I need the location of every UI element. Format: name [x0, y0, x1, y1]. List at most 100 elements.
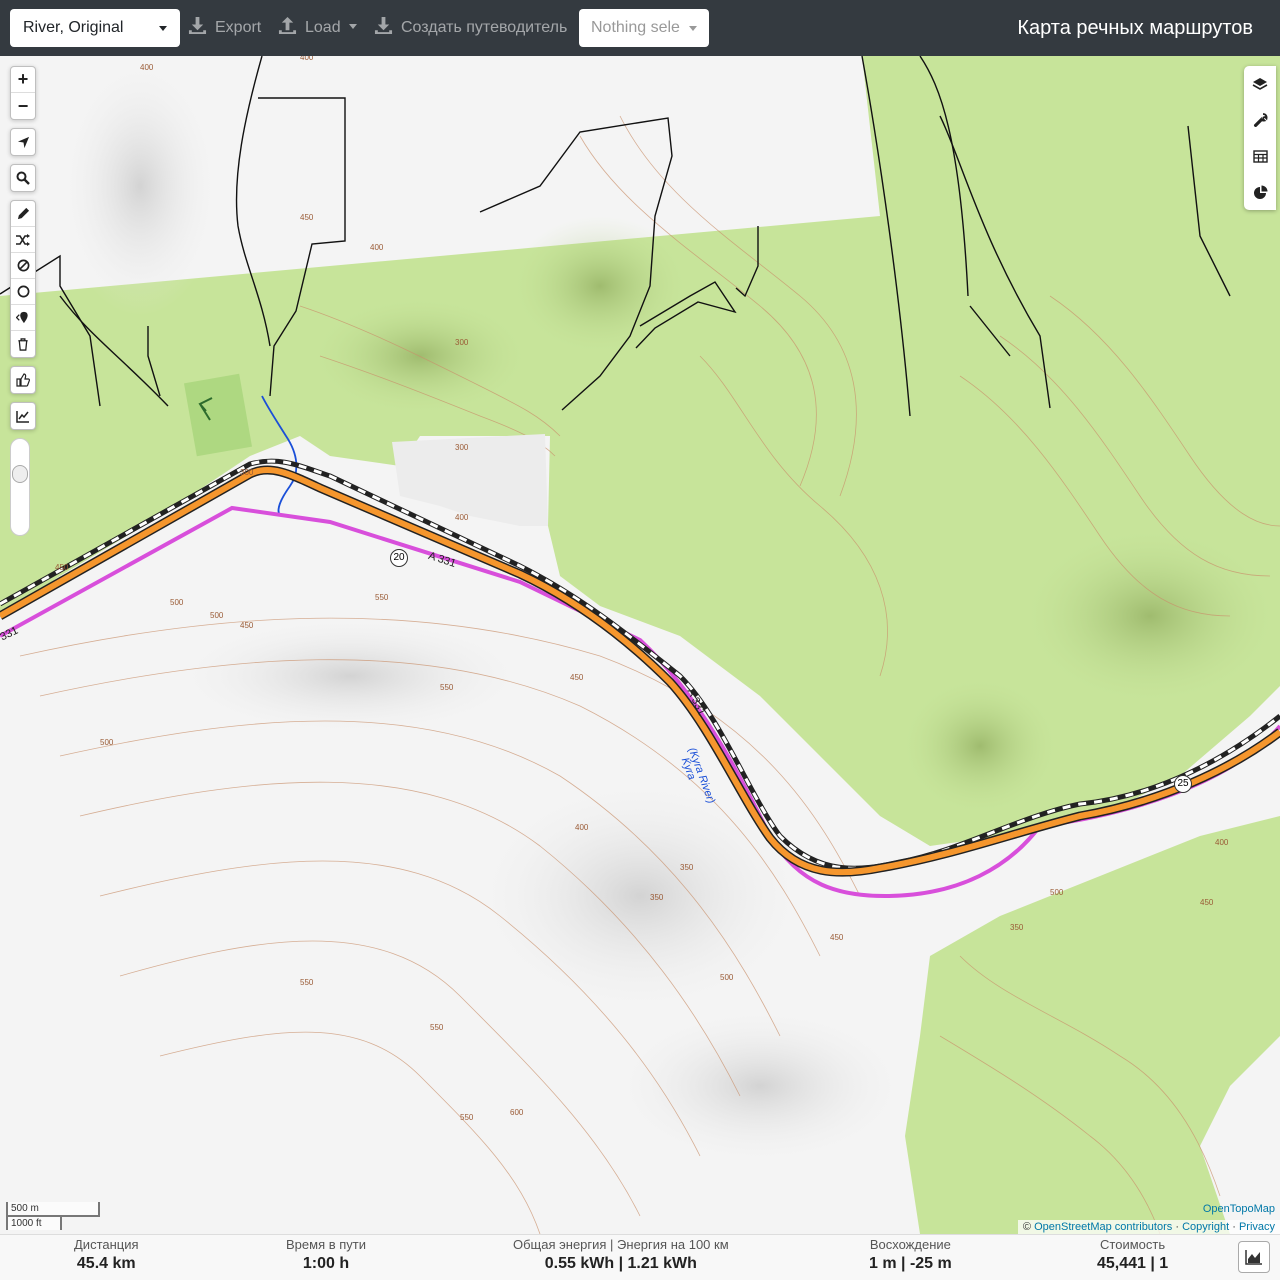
contour-label: 550: [300, 978, 314, 987]
stat-value: 45.4 km: [76, 1255, 136, 1272]
contour-label: 300: [240, 468, 254, 477]
contour-label: 450: [570, 673, 584, 682]
export-button[interactable]: Export: [188, 9, 261, 47]
elevation-control: [10, 402, 36, 430]
map-marker-icon: [16, 311, 28, 324]
add-nogo-button[interactable]: [11, 279, 35, 305]
scale-imperial: 1000 ft: [6, 1215, 62, 1230]
contour-label: 400: [140, 63, 154, 72]
table-button[interactable]: [1244, 138, 1276, 174]
reverse-route-button[interactable]: [11, 227, 35, 253]
wrench-icon: [1253, 112, 1267, 127]
ban-icon: [17, 259, 29, 272]
elevation-toggle-button[interactable]: [11, 403, 35, 429]
settings-button[interactable]: [1244, 102, 1276, 138]
download-icon: [374, 16, 393, 35]
opacity-slider[interactable]: [10, 438, 30, 536]
attribution-separator: ·: [1232, 1221, 1236, 1233]
contour-label: 500: [1050, 888, 1064, 897]
elevation-chart-button[interactable]: [1238, 1241, 1270, 1273]
create-guide-label: Создать путеводитель: [401, 19, 568, 36]
layers-button[interactable]: [1244, 66, 1276, 102]
profile-select-value: River, Original: [23, 19, 124, 36]
routes-select[interactable]: Nothing sele: [579, 9, 709, 47]
search-button[interactable]: [11, 165, 35, 191]
road-shield: 25: [1174, 775, 1192, 793]
stat-value: 0.55 kWh | 1.21 kWh: [544, 1255, 697, 1272]
circle-icon: [17, 285, 29, 298]
stat-time: Время в пути 1:00 h: [286, 1237, 366, 1273]
contour-label: 500: [720, 973, 734, 982]
road-shield: 20: [390, 549, 408, 567]
stat-value: 1 m | -25 m: [869, 1255, 952, 1272]
stat-label: Стоимость: [1100, 1237, 1166, 1252]
stat-label: Общая энергия | Энергия на 100 км: [513, 1237, 729, 1252]
stat-distance: Дистанция 45.4 km: [74, 1237, 139, 1273]
draw-route-button[interactable]: [11, 201, 35, 227]
contour-label: 400: [455, 513, 469, 522]
attribution: © OpenStreetMap contributors · Copyright…: [1017, 1220, 1280, 1234]
opacity-slider-handle[interactable]: [12, 465, 28, 483]
location-arrow-icon: [17, 136, 29, 148]
contour-label: 600: [510, 1108, 524, 1117]
map-tiles: 500 400 400 500 450 400 300 300 300 400 450 500 500 4…: [0, 56, 1280, 1234]
table-icon: [1252, 149, 1268, 163]
opentopomap-link[interactable]: OpenTopoMap: [1203, 1203, 1275, 1215]
attribution-separator: ·: [1175, 1221, 1179, 1233]
profile-select[interactable]: River, Original: [10, 9, 180, 47]
contour-label: 350: [650, 893, 664, 902]
stat-energy: Общая энергия | Энергия на 100 км 0.55 k…: [513, 1237, 729, 1273]
load-button[interactable]: Load: [278, 9, 357, 47]
copyright-symbol: ©: [1022, 1221, 1032, 1233]
strava-button[interactable]: [11, 367, 35, 393]
pencil-icon: [17, 207, 29, 220]
contour-label: 450: [830, 933, 844, 942]
contour-label: 550: [440, 683, 454, 692]
copyright-link[interactable]: Copyright: [1182, 1221, 1229, 1233]
add-poi-button[interactable]: [11, 305, 35, 331]
contour-label: 450: [1200, 898, 1214, 907]
stat-cost: Стоимость 45,441 | 1: [1097, 1237, 1168, 1273]
create-guide-button[interactable]: Создать путеводитель: [374, 9, 567, 47]
contour-label: 450: [300, 213, 314, 222]
map[interactable]: 500 400 400 500 450 400 300 300 300 400 450 500 500 4…: [0, 56, 1280, 1234]
locate-button[interactable]: [11, 129, 35, 155]
line-chart-icon: [16, 410, 29, 423]
download-icon: [188, 16, 207, 35]
layers-icon: [1252, 77, 1268, 90]
locate-control: [10, 128, 36, 156]
contour-label: 400: [1215, 838, 1229, 847]
zoom-in-button[interactable]: +: [11, 67, 35, 93]
contour-label: 350: [680, 863, 694, 872]
app-title: Карта речных маршрутов: [1017, 17, 1253, 39]
contour-label: 400: [575, 823, 589, 832]
contour-label: 500: [170, 598, 184, 607]
thumbs-up-icon: [16, 373, 30, 387]
contour-label: 300: [455, 443, 469, 452]
export-label: Export: [215, 19, 262, 36]
stat-value: 45,441 | 1: [1097, 1255, 1169, 1272]
contour-label: 400: [300, 56, 314, 62]
navbar: River, Original Export Load Создать путе…: [0, 0, 1280, 56]
delete-point-button[interactable]: [11, 253, 35, 279]
analysis-button[interactable]: [1244, 174, 1276, 210]
osm-link[interactable]: OpenStreetMap contributors: [1034, 1221, 1172, 1233]
privacy-link[interactable]: Privacy: [1239, 1221, 1275, 1233]
pie-chart-icon: [1253, 185, 1267, 199]
upload-icon: [278, 16, 297, 35]
search-control: [10, 164, 36, 192]
contour-label: 450: [240, 621, 254, 630]
draw-toolbar: [10, 200, 36, 358]
chevron-down-icon: [159, 26, 167, 31]
clear-button[interactable]: [11, 331, 35, 357]
contour-label: 400: [370, 243, 384, 252]
routes-select-placeholder: Nothing sele: [591, 19, 680, 36]
stat-label: Дистанция: [74, 1237, 139, 1252]
load-label: Load: [305, 19, 341, 36]
search-icon: [16, 171, 30, 185]
contour-label: 350: [1010, 923, 1024, 932]
zoom-out-button[interactable]: −: [11, 93, 35, 119]
stat-label: Восхождение: [869, 1237, 951, 1252]
fit-control: [10, 366, 36, 394]
contour-label: 550: [430, 1023, 444, 1032]
